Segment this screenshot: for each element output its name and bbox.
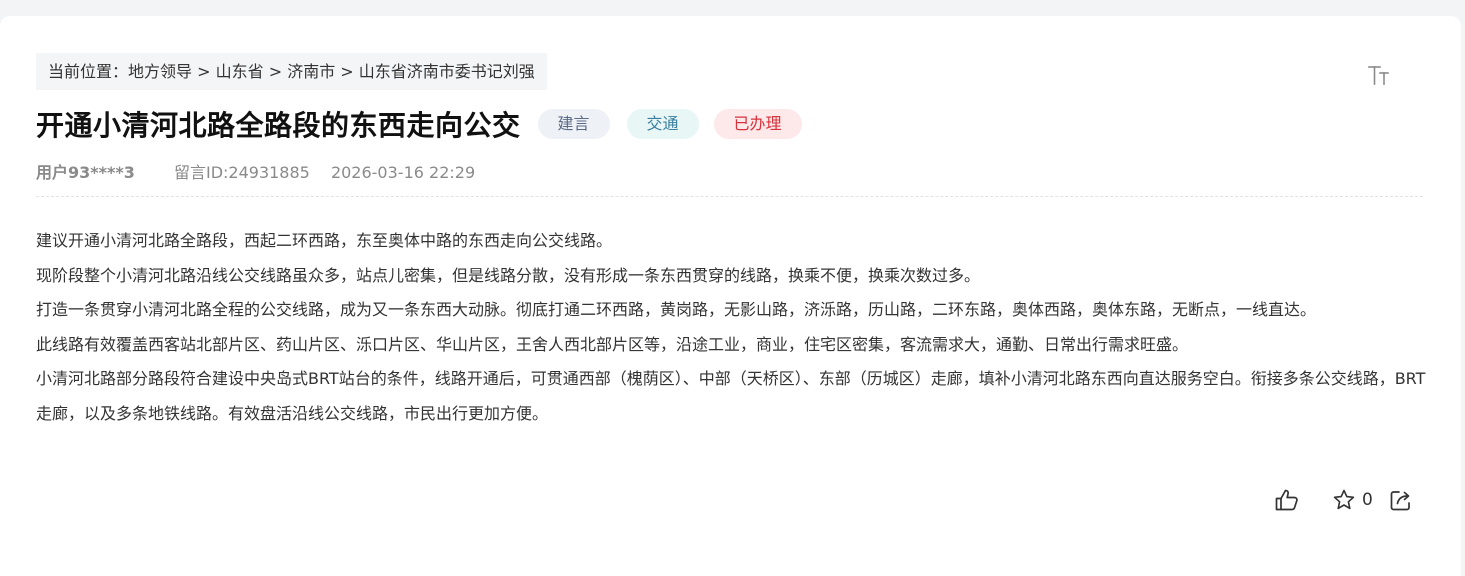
thumbs-up-icon (1274, 488, 1300, 512)
breadcrumb-separator: > (263, 62, 288, 81)
breadcrumb-separator: > (192, 62, 216, 81)
status-badge: 已办理 (713, 109, 802, 139)
breadcrumb-prefix: 当前位置： (48, 62, 129, 81)
divider (36, 196, 1423, 197)
page-title: 开通小清河北路全路段的东西走向公交 (36, 109, 521, 142)
share-icon (1389, 488, 1413, 512)
message-time: 2026-03-16 22:29 (330, 163, 476, 182)
breadcrumb-link-province[interactable]: 山东省 (216, 62, 264, 81)
breadcrumb-link-city[interactable]: 济南市 (287, 62, 335, 81)
breadcrumb-current-leader[interactable]: 山东省济南市委书记刘强 (359, 62, 535, 81)
breadcrumb: 当前位置：地方领导 > 山东省 > 济南市 > 山东省济南市委书记刘强 (36, 53, 547, 90)
action-bar: 0 (1274, 486, 1413, 514)
content-paragraph: 打造一条贯穿小清河北路全程的公交线路，成为又一条东西大动脉。彻底打通二环西路，黄… (36, 300, 1317, 319)
share-button[interactable] (1389, 488, 1413, 512)
title-row: 开通小清河北路全路段的东西走向公交 建言 交通 已办理 (36, 104, 802, 144)
content-paragraph: 小清河北路部分路段符合建设中央岛式BRT站台的条件，线路开通后，可贯通西部（槐荫… (36, 369, 1426, 423)
font-size-icon[interactable] (1366, 62, 1396, 88)
like-button[interactable] (1274, 488, 1306, 512)
breadcrumb-link-local-leaders[interactable]: 地方领导 (128, 62, 192, 81)
content-paragraph: 此线路有效覆盖西客站北部片区、药山片区、泺口片区、华山片区，王舍人西北部片区等，… (36, 334, 1189, 354)
topic-badge: 交通 (626, 109, 699, 139)
message-meta: 用户93****3 留言ID:24931885 2026-03-16 22:29 (36, 162, 475, 184)
message-card: 当前位置：地方领导 > 山东省 > 济南市 > 山东省济南市委书记刘强 开通小清… (0, 16, 1461, 576)
type-badge: 建言 (537, 109, 610, 139)
breadcrumb-separator: > (335, 62, 359, 81)
message-id: 留言ID:24931885 (173, 163, 310, 182)
favorite-button[interactable]: 0 (1332, 488, 1373, 512)
message-content: 建议开通小清河北路全路段，西起二环西路，东至奥体中路的东西走向公交线路。 现阶段… (36, 224, 1426, 431)
content-paragraph: 现阶段整个小清河北路沿线公交线路虽众多，站点儿密集，但是线路分散，没有形成一条东… (36, 265, 981, 285)
star-icon (1332, 488, 1356, 512)
favorite-count: 0 (1362, 490, 1373, 510)
content-paragraph: 建议开通小清河北路全路段，西起二环西路，东至奥体中路的东西走向公交线路。 (36, 231, 613, 250)
author-name: 用户93****3 (36, 163, 135, 182)
